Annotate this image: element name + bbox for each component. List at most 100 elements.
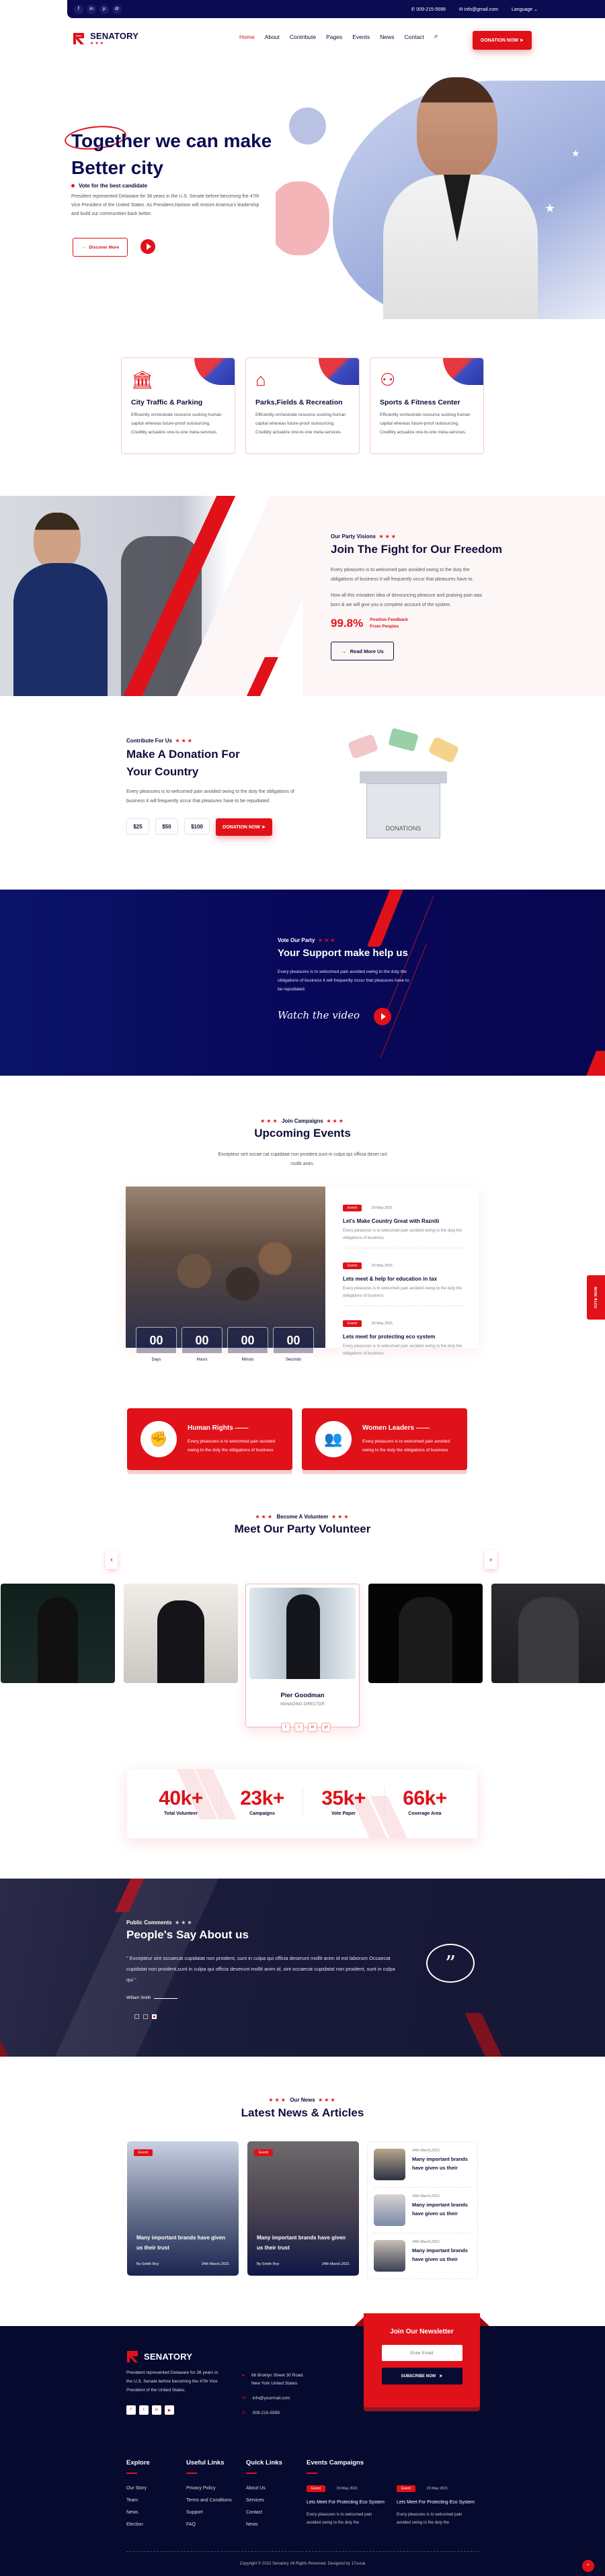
footer-link[interactable]: Team bbox=[126, 2498, 150, 2503]
nav-news[interactable]: News bbox=[380, 34, 394, 40]
carousel-dot[interactable] bbox=[134, 2014, 139, 2019]
donation-now-button[interactable]: DONATION NOW ➤ bbox=[473, 31, 532, 50]
language-select[interactable]: Language ⌄ bbox=[512, 7, 538, 12]
nav-contact[interactable]: Contact bbox=[405, 34, 424, 40]
twitter-icon[interactable]: t bbox=[294, 1723, 304, 1732]
footer-phone[interactable]: 009-215-5599 bbox=[252, 2409, 279, 2417]
paint-splash bbox=[276, 181, 329, 255]
donate-now-button[interactable]: DONATION NOW ➤ bbox=[216, 818, 272, 836]
mini-news-item[interactable]: 24th March,2021 Many important brands hav… bbox=[374, 2233, 471, 2278]
back-to-top-button[interactable]: ⌃ bbox=[582, 2560, 594, 2572]
nav-contribute[interactable]: Contribute bbox=[290, 34, 316, 40]
vote-now-tab[interactable]: VOTE NOW bbox=[587, 1275, 605, 1320]
search-icon[interactable]: ⌕ bbox=[434, 32, 438, 41]
news-title: Many important brands have given us thei… bbox=[412, 2247, 468, 2262]
newsletter-email-input[interactable] bbox=[381, 2345, 462, 2361]
youtube-icon[interactable]: yt bbox=[321, 1723, 331, 1732]
event-item[interactable]: Event 29 May 2021 Lets meet & help for e… bbox=[343, 1258, 464, 1306]
hero-subtitle: Vote for the best candidate bbox=[71, 183, 147, 189]
nav-pages[interactable]: Pages bbox=[326, 34, 342, 40]
carousel-dot[interactable] bbox=[143, 2014, 148, 2019]
footer-link[interactable]: Our Story bbox=[126, 2486, 150, 2491]
mini-news-item[interactable]: 24th March,2021 Many important brands hav… bbox=[374, 2188, 471, 2233]
mini-news-item[interactable]: 24th March,2021 Many important brands hav… bbox=[374, 2142, 471, 2188]
nav-home[interactable]: Home bbox=[239, 34, 255, 40]
red-line bbox=[380, 943, 428, 1058]
news-card[interactable]: Event Many important brands have given u… bbox=[247, 2141, 359, 2276]
feature-card-women-leaders[interactable]: 👥 Women Leaders —— Every pleasures is to … bbox=[302, 1408, 467, 1470]
amount-option[interactable]: $25 bbox=[126, 818, 149, 834]
linkedin-icon[interactable]: in bbox=[87, 4, 96, 14]
carousel-prev-button[interactable]: ‹ bbox=[106, 1550, 118, 1569]
event-item[interactable]: Event 29 May 2021 Lets meet for protecti… bbox=[343, 1316, 464, 1358]
service-card[interactable]: 🏛 City Traffic & Parking Efficiently orc… bbox=[121, 357, 235, 454]
footer-link[interactable]: Terms and Conditions bbox=[186, 2498, 232, 2503]
hero-play-button[interactable] bbox=[140, 239, 155, 254]
footer-divider bbox=[126, 2551, 479, 2552]
facebook-icon[interactable]: f bbox=[126, 2405, 136, 2415]
footer-logo[interactable]: SENATORY bbox=[126, 2350, 192, 2363]
paint-splash bbox=[289, 108, 326, 144]
video-play-button[interactable] bbox=[374, 1008, 391, 1025]
volunteer-card-featured[interactable]: Pier Goodman MANAGING DIRECTOR f t in yt bbox=[245, 1584, 360, 1732]
facebook-icon[interactable]: f bbox=[74, 4, 83, 14]
event-text: Every pleasures is to welcomed pain avoi… bbox=[397, 2513, 462, 2525]
footer-link[interactable]: Contact bbox=[246, 2510, 282, 2515]
top-email[interactable]: ✉ info@gmail.com bbox=[459, 7, 498, 12]
amount-option[interactable]: $100 bbox=[184, 818, 210, 834]
news-thumbnail bbox=[374, 2149, 405, 2180]
footer-link[interactable]: Election bbox=[126, 2522, 150, 2527]
star-icon: ★ bbox=[571, 148, 580, 159]
footer-link[interactable]: News bbox=[246, 2522, 282, 2527]
footer-link[interactable]: About Us bbox=[246, 2486, 282, 2491]
footer-email[interactable]: info@yourmail.com bbox=[252, 2395, 290, 2403]
carousel-dot-active[interactable] bbox=[152, 2014, 157, 2019]
news-card[interactable]: Event Many important brands have given u… bbox=[127, 2141, 239, 2276]
service-title: Parks,Fields & Recreation bbox=[255, 398, 343, 406]
carousel-next-button[interactable]: › bbox=[485, 1550, 497, 1569]
discover-more-button[interactable]: → Discover More bbox=[73, 238, 128, 257]
twitter-icon[interactable]: t bbox=[139, 2405, 149, 2415]
pinterest-icon[interactable]: p bbox=[99, 4, 109, 14]
footer-event[interactable]: Event 29 May 2021 Lets Meet For Protecti… bbox=[307, 2481, 387, 2527]
youtube-icon[interactable]: ▶ bbox=[165, 2405, 174, 2415]
volunteer-photo[interactable] bbox=[1, 1584, 115, 1683]
footer-link[interactable]: Support bbox=[186, 2510, 232, 2515]
footer-link[interactable]: FAQ bbox=[186, 2522, 232, 2527]
stat-item: 40k+ Total Volunteer bbox=[159, 1787, 203, 1816]
event-item[interactable]: Event 29 May 2021 Let's Make Country Gre… bbox=[343, 1200, 464, 1248]
volunteer-photo[interactable] bbox=[491, 1584, 605, 1683]
amount-option[interactable]: $50 bbox=[155, 818, 178, 834]
subscribe-button[interactable]: SUBSCRIBE NOW ➤ bbox=[381, 2368, 462, 2385]
site-logo[interactable]: SENATORY ★★★ bbox=[73, 31, 138, 46]
feature-card-human-rights[interactable]: ✊ Human Rights —— Every pleasures is to w… bbox=[127, 1408, 292, 1470]
events-text: Excepteur sint occae cat cupidatat non p… bbox=[218, 1152, 387, 1166]
service-card[interactable]: ⚇ Sports & Fitness Center Efficiently or… bbox=[370, 357, 484, 454]
footer-link[interactable]: News bbox=[126, 2510, 150, 2515]
event-date: 29 May 2021 bbox=[371, 1322, 393, 1326]
linkedin-icon[interactable]: in bbox=[308, 1723, 317, 1732]
countdown-minutes: 00 Minuts bbox=[227, 1327, 268, 1367]
footer-link[interactable]: Services bbox=[246, 2498, 282, 2503]
send-icon: ➤ bbox=[261, 825, 266, 830]
phone-icon: ✆ bbox=[242, 2411, 246, 2415]
read-more-button[interactable]: → Read More Us bbox=[331, 642, 394, 660]
top-phone[interactable]: ✆ 009-215-5599 bbox=[411, 7, 446, 12]
service-title: Sports & Fitness Center bbox=[380, 398, 460, 406]
nav-events[interactable]: Events bbox=[352, 34, 370, 40]
donation-text: Every pleasures is to welcomed pain avoi… bbox=[126, 789, 294, 804]
service-title: City Traffic & Parking bbox=[131, 398, 203, 406]
cash-note bbox=[388, 728, 419, 752]
dribbble-icon[interactable]: dr bbox=[112, 4, 122, 14]
footer-event[interactable]: Event 29 May 2021 Lets Meet For Protecti… bbox=[397, 2481, 477, 2527]
feature-text: Every pleasures is to welcomed pain avoi… bbox=[362, 1439, 450, 1453]
nav-about[interactable]: About bbox=[265, 34, 280, 40]
volunteer-photo[interactable] bbox=[368, 1584, 483, 1683]
footer-link[interactable]: Privacy Policy bbox=[186, 2486, 232, 2491]
footer-contact: ● 66 Broklyn Street 30 Road. New York Unit… bbox=[242, 2372, 304, 2417]
star-icon: ★ bbox=[544, 202, 556, 215]
service-card[interactable]: ⌂ Parks,Fields & Recreation Efficiently … bbox=[245, 357, 360, 454]
linkedin-icon[interactable]: in bbox=[152, 2405, 161, 2415]
facebook-icon[interactable]: f bbox=[281, 1723, 290, 1732]
volunteer-photo[interactable] bbox=[124, 1584, 238, 1683]
